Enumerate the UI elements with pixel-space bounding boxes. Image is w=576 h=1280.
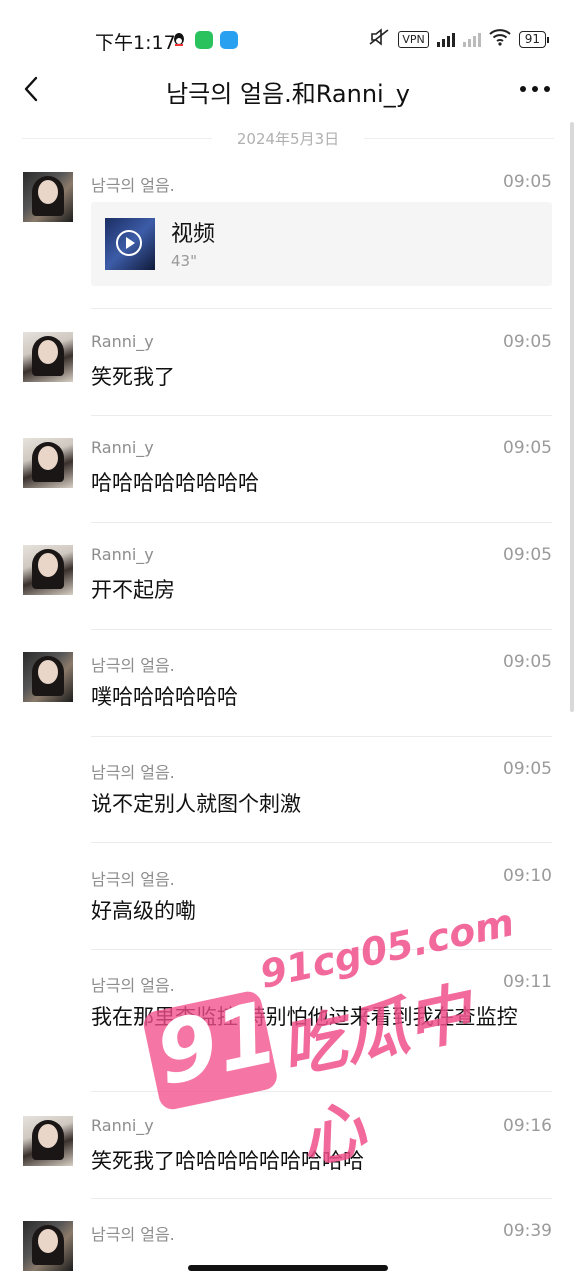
divider [91,308,552,309]
app-icon [220,31,238,49]
more-options-button[interactable] [520,86,550,92]
message-time: 09:05 [503,652,552,672]
page-title: 남극의 얼음.和Ranni_y [166,80,410,108]
sender-name: Ranni_y [91,332,154,351]
scrollbar[interactable] [570,122,574,712]
sender-name: 남극의 얼음. [91,976,175,995]
divider [91,736,552,737]
status-icons: VPN 91 [368,28,550,50]
message-text: 我在那里查监控 特别怕他过来看到我在查监控 [91,1005,518,1029]
sender-name: 남극의 얼음. [91,763,175,782]
message-text: 噗哈哈哈哈哈哈 [91,685,238,709]
message-time: 09:16 [503,1116,552,1136]
message-text: 哈哈哈哈哈哈哈哈 [91,471,259,495]
message-time: 09:10 [503,866,552,886]
message-text: 说不定别人就图个刺激 [91,792,301,816]
sender-name: 남극의 얼음. [91,870,175,889]
message-time: 09:39 [503,1221,552,1241]
video-label: 视频 [171,222,216,247]
message-text: 笑死我了哈哈哈哈哈哈哈哈哈 [91,1149,364,1173]
avatar[interactable] [23,332,73,382]
chat-header: 남극의 얼음.和Ranni_y [0,60,576,120]
message-time: 09:05 [503,172,552,192]
message-text: 好高级的嘞 [91,899,196,923]
play-icon [116,230,142,256]
avatar[interactable] [23,545,73,595]
message-text: 笑死我了 [91,365,175,389]
battery-indicator: 91 [518,30,550,48]
sender-name: 남극의 얼음. [91,1225,175,1244]
status-time: 下午1:17 [95,32,176,54]
avatar[interactable] [23,1221,73,1271]
divider [91,949,552,950]
video-thumbnail [105,218,155,270]
divider [91,629,552,630]
message-time: 09:05 [503,438,552,458]
sender-name: Ranni_y [91,1116,154,1135]
divider [91,842,552,843]
divider [91,522,552,523]
sender-name: Ranni_y [91,438,154,457]
qq-icon [170,31,188,49]
divider [91,1091,552,1092]
message-time: 09:05 [503,545,552,565]
message-text: 开不起房 [91,578,175,602]
sender-name: 남극의 얼음. [91,176,175,195]
divider [91,1198,552,1199]
avatar[interactable] [23,652,73,702]
wechat-icon [195,31,213,49]
video-message[interactable]: 视频 43" [91,202,552,286]
date-separator: 2024年5月3日 [0,128,576,149]
sender-name: 남극의 얼음. [91,656,175,675]
video-duration: 43" [171,252,197,270]
mute-icon [368,28,390,50]
signal-weak-icon [462,31,481,47]
divider [91,415,552,416]
avatar[interactable] [23,1116,73,1166]
sender-name: Ranni_y [91,545,154,564]
home-indicator[interactable] [188,1265,388,1271]
message-time: 09:05 [503,332,552,352]
signal-icon [436,31,455,47]
avatar[interactable] [23,172,73,222]
avatar[interactable] [23,438,73,488]
vpn-badge: VPN [398,30,429,48]
message-time: 09:05 [503,759,552,779]
wifi-icon [489,28,511,50]
message-time: 09:11 [503,972,552,992]
